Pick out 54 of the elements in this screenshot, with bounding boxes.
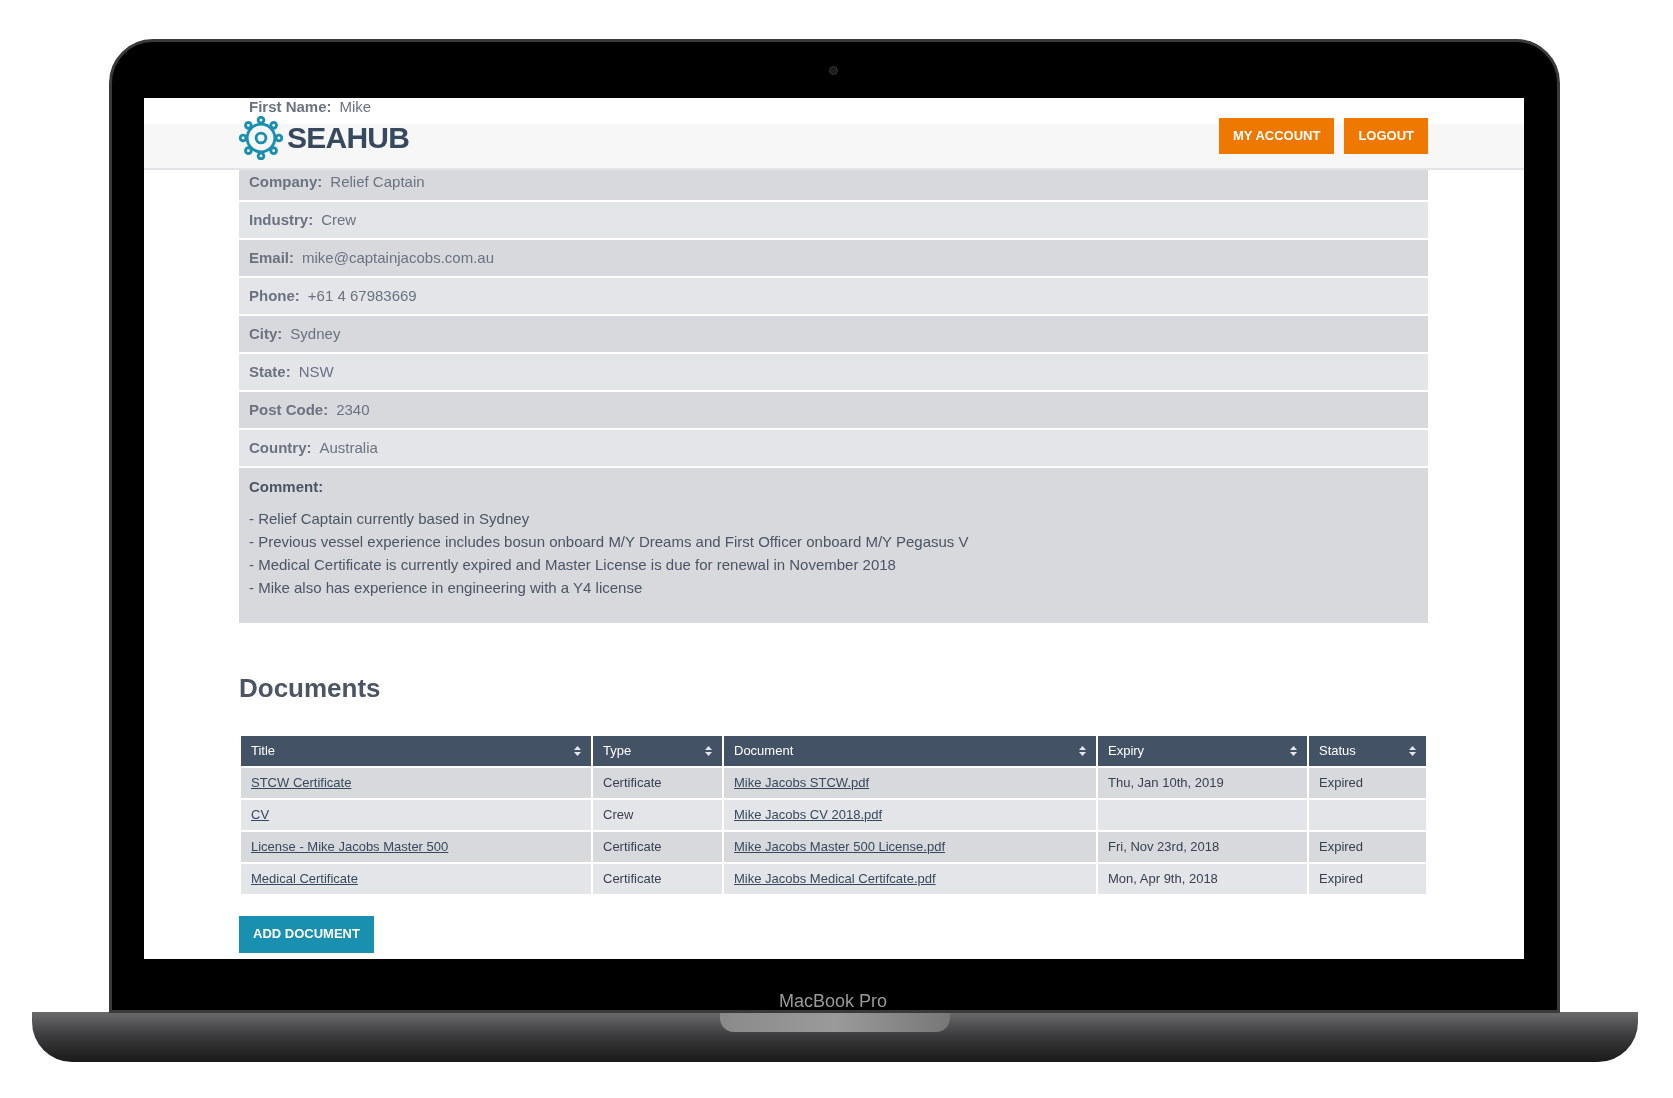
table-cell: Mon, Apr 9th, 2018 (1108, 870, 1218, 886)
device-label: MacBook Pro (777, 990, 888, 1013)
table-cell: Expired (1319, 870, 1364, 886)
table-cell: Thu, Jan 10th, 2019 (1108, 774, 1224, 790)
table-cell: Crew (603, 806, 634, 822)
field-label: Industry: (249, 209, 314, 230)
title-link[interactable]: CV (251, 806, 270, 822)
table-cell: Certificate (603, 774, 662, 790)
comment-line: - Previous vessel experience includes bosun onboard M/Y Dreams and First Officer onboard M/Y Pegasus V (249, 531, 970, 551)
field-label: City: (249, 323, 283, 344)
field-label: First Name: (249, 98, 332, 117)
section-heading: Documents (239, 671, 382, 705)
sort-icon (705, 745, 712, 756)
camera-icon (829, 66, 838, 75)
comment-line: - Medical Certificate is currently expired and Master License is due for renewal in November 2018 (249, 554, 897, 574)
title-link[interactable]: STCW Certificate (251, 774, 352, 790)
field-label: Email: (249, 247, 294, 268)
file-link[interactable]: Mike Jacobs STCW.pdf (734, 774, 870, 790)
field-value: mike@captainjacobs.com.au (302, 247, 494, 268)
field-label: Post Code: (249, 399, 329, 420)
column-header[interactable]: Type (592, 735, 723, 767)
comment-line: - Mike also has experience in engineering with a Y4 license (249, 577, 644, 597)
sort-icon (1079, 745, 1086, 756)
field-value: +61 4 67983669 (307, 285, 417, 306)
file-link[interactable]: Mike Jacobs CV 2018.pdf (734, 806, 883, 822)
table-cell: Expired (1319, 838, 1364, 854)
field-label: Phone: (249, 285, 300, 306)
field-label: Country: (249, 437, 312, 458)
sort-icon (1290, 745, 1297, 756)
table-cell: Fri, Nov 23rd, 2018 (1108, 838, 1220, 854)
brand-name: SEAHUB (287, 120, 410, 156)
field-value: 2340 (336, 399, 370, 420)
sort-icon (1409, 745, 1416, 756)
column-header[interactable]: Expiry (1097, 735, 1308, 767)
column-header[interactable]: Document (723, 735, 1097, 767)
table-cell: Expired (1319, 774, 1364, 790)
title-link[interactable]: Medical Certificate (251, 870, 358, 886)
sort-icon (574, 745, 581, 756)
field-value: Relief Captain (330, 171, 425, 192)
field-label: State: (249, 361, 291, 382)
field-value: Sydney (290, 323, 341, 344)
field-value: NSW (298, 361, 334, 382)
column-header[interactable]: Status (1308, 735, 1427, 767)
field-label: Comment: (249, 477, 325, 497)
field-value: Mike (339, 98, 372, 117)
field-value: Crew (321, 209, 357, 230)
add-document-button[interactable]: ADD DOCUMENT (239, 915, 374, 953)
field-label: Company: (249, 171, 323, 192)
column-header[interactable]: Title (240, 735, 592, 767)
table-cell: Certificate (603, 870, 662, 886)
table-cell: Certificate (603, 838, 662, 854)
comment-line: - Relief Captain currently based in Sydney (249, 508, 531, 528)
field-value: Australia (319, 437, 378, 458)
gear-logo-icon (239, 115, 283, 160)
